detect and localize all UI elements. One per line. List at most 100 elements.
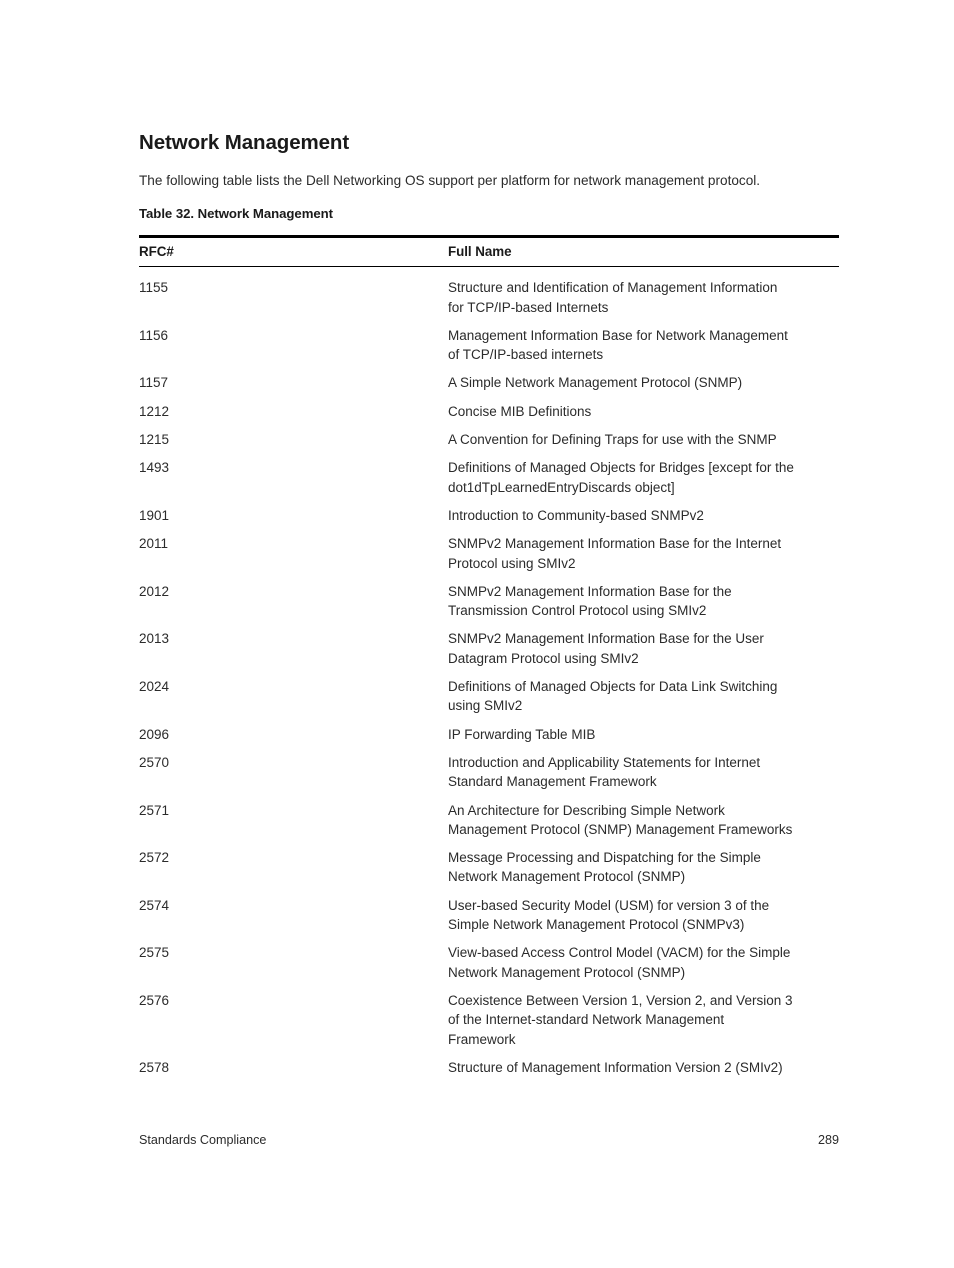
cell-full-name-line: of TCP/IP-based internets <box>448 347 604 363</box>
cell-full-name: A Convention for Defining Traps for use … <box>448 421 839 449</box>
cell-full-name-line: Structure and Identification of Manageme… <box>448 280 778 296</box>
cell-rfc-number: 2576 <box>139 992 170 1008</box>
cell-full-name-line: IP Forwarding Table MIB <box>448 726 596 742</box>
table-row: 1212 Concise MIB Definitions <box>139 393 839 421</box>
table-header-row: RFC# Full Name <box>139 235 839 268</box>
table-row: 2013 SNMPv2 Management Information Base f… <box>139 620 839 668</box>
table-row: 1493 Definitions of Managed Objects for B… <box>139 449 839 497</box>
table-row: 2572 Message Processing and Dispatching f… <box>139 839 839 887</box>
cell-rfc-number: 1212 <box>139 403 170 419</box>
cell-full-name-line: View-based Access Control Model (VACM) f… <box>448 945 791 961</box>
table-row: 1901 Introduction to Community-based SNMP… <box>139 497 839 525</box>
table-row: 1157 A Simple Network Management Protocol… <box>139 364 839 392</box>
cell-full-name: Definitions of Managed Objects for Bridg… <box>448 449 839 497</box>
table-row: 1155 Structure and Identification of Mana… <box>139 267 839 317</box>
cell-full-name-line: Message Processing and Dispatching for t… <box>448 850 761 866</box>
table-row: 2575 View-based Access Control Model (VAC… <box>139 934 839 982</box>
table-row: 2011 SNMPv2 Management Information Base f… <box>139 525 839 573</box>
rfc-table: RFC# Full Name 1155 Structure and Identif… <box>139 235 839 1077</box>
table-header: RFC# Full Name <box>139 235 839 268</box>
table-row: 2024 Definitions of Managed Objects for D… <box>139 668 839 716</box>
cell-rfc-number: 1157 <box>139 375 169 391</box>
cell-full-name: View-based Access Control Model (VACM) f… <box>448 934 839 982</box>
page-footer: Standards Compliance 289 <box>139 1133 839 1147</box>
cell-full-name: SNMPv2 Management Information Base for t… <box>448 620 839 668</box>
cell-rfc-number: 1901 <box>139 507 170 523</box>
page-title: Network Management <box>139 131 350 154</box>
cell-full-name-line: An Architecture for Describing Simple Ne… <box>448 802 725 818</box>
cell-full-name: Structure and Identification of Manageme… <box>448 267 839 317</box>
cell-rfc-number: 1155 <box>139 280 169 296</box>
cell-full-name: SNMPv2 Management Information Base for t… <box>448 573 839 621</box>
table-row: 2576 Coexistence Between Version 1, Versi… <box>139 982 839 1049</box>
cell-full-name: IP Forwarding Table MIB <box>448 716 839 744</box>
table-caption: Table 32. Network Management <box>139 206 334 222</box>
cell-rfc-number: 2574 <box>139 897 170 913</box>
cell-rfc-number: 2571 <box>139 802 170 818</box>
table-row: 2096 IP Forwarding Table MIB <box>139 716 839 744</box>
table-row: 2571 An Architecture for Describing Simpl… <box>139 792 839 840</box>
cell-full-name-line: SNMPv2 Management Information Base for t… <box>448 583 732 599</box>
column-header-rfc: RFC# <box>139 235 448 268</box>
cell-rfc-number: 2011 <box>139 536 169 552</box>
cell-full-name-line: Transmission Control Protocol using SMIv… <box>448 603 707 619</box>
cell-rfc-number: 2572 <box>139 850 170 866</box>
cell-full-name-line: Protocol using SMIv2 <box>448 555 576 571</box>
cell-full-name-line: of the Internet-standard Network Managem… <box>448 1012 725 1028</box>
cell-full-name-line: Definitions of Managed Objects for Data … <box>448 679 778 695</box>
cell-full-name-line: Framework <box>448 1031 516 1047</box>
cell-full-name-line: Concise MIB Definitions <box>448 403 592 419</box>
cell-rfc-number: 2012 <box>139 583 170 599</box>
cell-full-name-line: Structure of Management Information Vers… <box>448 1059 783 1075</box>
cell-full-name-line: Introduction and Applicability Statement… <box>448 754 761 770</box>
cell-full-name: Message Processing and Dispatching for t… <box>448 839 839 887</box>
cell-full-name: Definitions of Managed Objects for Data … <box>448 668 839 716</box>
cell-rfc-number: 1493 <box>139 460 170 476</box>
cell-full-name: Introduction to Community-based SNMPv2 <box>448 497 839 525</box>
cell-rfc-number: 2575 <box>139 945 170 961</box>
cell-full-name-line: SNMPv2 Management Information Base for t… <box>448 631 764 647</box>
cell-full-name-line: Management Information Base for Network … <box>448 327 788 343</box>
cell-full-name-line: A Simple Network Management Protocol (SN… <box>448 375 743 391</box>
column-header-full-name: Full Name <box>448 235 839 268</box>
cell-full-name-line: Network Management Protocol (SNMP) <box>448 964 686 980</box>
cell-full-name: SNMPv2 Management Information Base for t… <box>448 525 839 573</box>
table-row: 1215 A Convention for Defining Traps for … <box>139 421 839 449</box>
page-content: Network Management The following table l… <box>139 0 839 1077</box>
cell-full-name-line: Definitions of Managed Objects for Bridg… <box>448 460 794 476</box>
table-row: 2574 User-based Security Model (USM) for … <box>139 887 839 935</box>
table-body: 1155 Structure and Identification of Mana… <box>139 267 839 1077</box>
cell-full-name-line: Coexistence Between Version 1, Version 2… <box>448 992 793 1008</box>
cell-full-name-line: using SMIv2 <box>448 698 523 714</box>
table-row: 2012 SNMPv2 Management Information Base f… <box>139 573 839 621</box>
cell-full-name: An Architecture for Describing Simple Ne… <box>448 792 839 840</box>
cell-full-name-line: User-based Security Model (USM) for vers… <box>448 897 770 913</box>
document-page: Network Management The following table l… <box>0 0 954 1268</box>
cell-full-name-line: Introduction to Community-based SNMPv2 <box>448 507 704 523</box>
cell-full-name: Introduction and Applicability Statement… <box>448 744 839 792</box>
cell-full-name-line: Datagram Protocol using SMIv2 <box>448 650 639 666</box>
cell-full-name-line: Network Management Protocol (SNMP) <box>448 869 686 885</box>
cell-rfc-number: 2024 <box>139 679 170 695</box>
cell-full-name: A Simple Network Management Protocol (SN… <box>448 364 839 392</box>
cell-full-name: Management Information Base for Network … <box>448 317 839 365</box>
cell-full-name-line: Management Protocol (SNMP) Management Fr… <box>448 821 793 837</box>
cell-full-name: User-based Security Model (USM) for vers… <box>448 887 839 935</box>
table-row: 1156 Management Information Base for Netw… <box>139 317 839 365</box>
cell-full-name: Coexistence Between Version 1, Version 2… <box>448 982 839 1049</box>
table-row: 2570 Introduction and Applicability State… <box>139 744 839 792</box>
cell-full-name-line: A Convention for Defining Traps for use … <box>448 432 777 448</box>
cell-rfc-number: 2013 <box>139 631 170 647</box>
footer-page-number: 289 <box>817 1133 839 1147</box>
cell-full-name-line: Simple Network Management Protocol (SNMP… <box>448 917 745 933</box>
cell-full-name-line: dot1dTpLearnedEntryDiscards object] <box>448 479 675 495</box>
cell-full-name-line: for TCP/IP-based Internets <box>448 299 609 315</box>
footer-chapter-label: Standards Compliance <box>139 1133 267 1147</box>
cell-full-name-line: Standard Management Framework <box>448 774 657 790</box>
cell-rfc-number: 2096 <box>139 726 170 742</box>
table-row: 2578 Structure of Management Information … <box>139 1049 839 1077</box>
cell-full-name-line: SNMPv2 Management Information Base for t… <box>448 536 782 552</box>
cell-rfc-number: 2578 <box>139 1059 170 1075</box>
cell-rfc-number: 2570 <box>139 754 170 770</box>
cell-full-name: Structure of Management Information Vers… <box>448 1049 839 1077</box>
